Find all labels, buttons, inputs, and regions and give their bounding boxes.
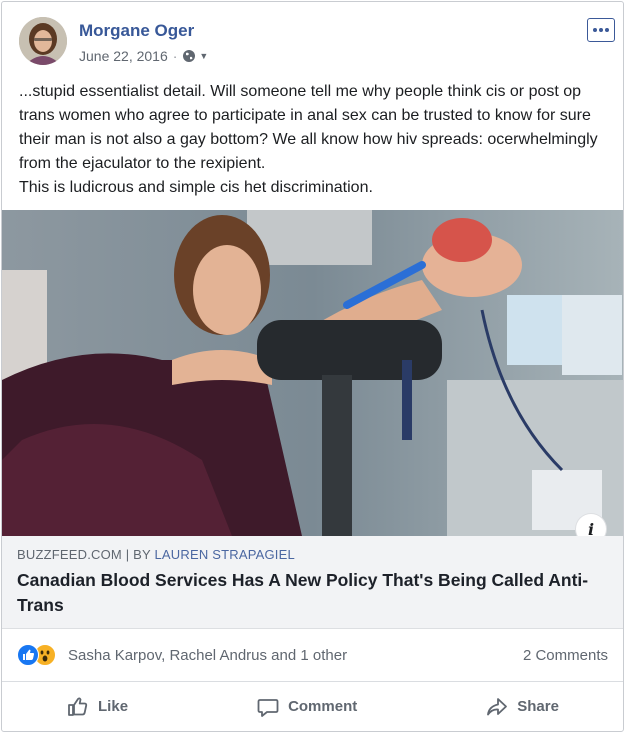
post-date[interactable]: June 22, 2016 — [79, 48, 168, 64]
post-card: Morgane Oger June 22, 2016 · ▼ ...stupid… — [1, 1, 624, 732]
thumbs-up-icon — [68, 696, 88, 716]
like-reaction-icon — [17, 644, 39, 666]
privacy-dropdown-icon[interactable]: ▼ — [199, 51, 208, 61]
comment-button[interactable]: Comment — [256, 695, 357, 719]
comment-icon — [257, 698, 279, 717]
more-options-button[interactable] — [587, 18, 615, 42]
reaction-names[interactable]: Sasha Karpov, Rachel Andrus and 1 other — [68, 647, 347, 664]
link-domain: BUZZFEED.COM — [17, 547, 122, 562]
share-button[interactable]: Share — [485, 695, 559, 719]
comments-count[interactable]: 2 Comments — [523, 647, 608, 664]
comment-label: Comment — [288, 698, 358, 715]
globe-icon[interactable] — [182, 49, 196, 63]
post-header: Morgane Oger June 22, 2016 · ▼ — [2, 2, 623, 74]
post-meta: June 22, 2016 · ▼ — [79, 48, 208, 64]
reaction-icons[interactable] — [17, 644, 65, 666]
link-preview-image[interactable]: i — [2, 210, 623, 536]
share-icon — [487, 697, 508, 715]
link-headline[interactable]: Canadian Blood Services Has A New Policy… — [17, 568, 597, 618]
author-name[interactable]: Morgane Oger — [79, 21, 194, 41]
author-avatar[interactable] — [19, 17, 67, 65]
link-source: BUZZFEED.COM | BY LAUREN STRAPAGIEL — [17, 547, 295, 562]
post-text: ...stupid essentialist detail. Will some… — [19, 83, 598, 196]
by-prefix: BY — [133, 547, 151, 562]
link-author[interactable]: LAUREN STRAPAGIEL — [154, 547, 294, 562]
like-label: Like — [98, 698, 129, 715]
avatar-image — [19, 17, 67, 65]
source-separator: | — [125, 547, 130, 562]
more-options-icon — [593, 28, 597, 32]
share-label: Share — [517, 698, 559, 715]
blood-donation-photo — [2, 210, 623, 536]
action-bar: Like Comment Share — [2, 682, 623, 731]
link-preview[interactable]: BUZZFEED.COM | BY LAUREN STRAPAGIEL Cana… — [2, 536, 623, 629]
meta-separator: · — [172, 48, 178, 64]
info-button[interactable]: i — [576, 514, 606, 536]
reactions-bar: Sasha Karpov, Rachel Andrus and 1 other … — [2, 629, 623, 682]
like-button[interactable]: Like — [66, 695, 128, 719]
